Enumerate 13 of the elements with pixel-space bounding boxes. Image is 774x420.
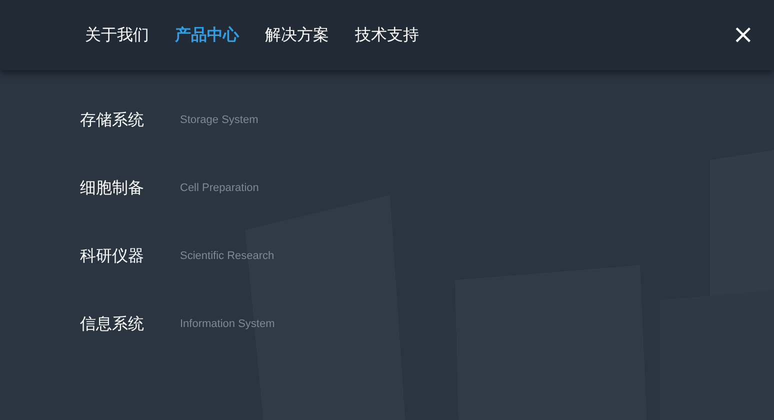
nav-tab[interactable]: 解决方案 (254, 18, 340, 52)
category-subtitle: Storage System (180, 114, 258, 126)
category-link[interactable]: 信息系统 (80, 314, 180, 334)
category-link[interactable]: 科研仪器 (80, 246, 180, 266)
category-link[interactable]: 存储系统 (80, 110, 180, 130)
nav-tab[interactable]: 关于我们 (74, 18, 160, 52)
close-button[interactable]: × (726, 22, 760, 48)
nav-tab[interactable]: 技术支持 (344, 18, 430, 52)
category-link[interactable]: 细胞制备 (80, 178, 180, 198)
category-subtitle: Information System (180, 318, 275, 330)
category-subtitle: Scientific Research (180, 250, 274, 262)
nav-tab[interactable]: 产品中心 (164, 18, 250, 52)
category-subtitle: Cell Preparation (180, 182, 259, 194)
